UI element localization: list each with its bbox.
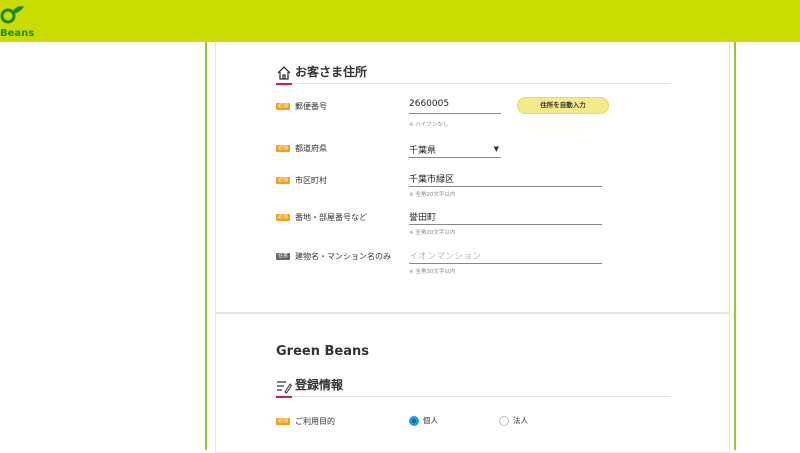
required-badge: 必須 bbox=[276, 145, 290, 152]
radio-unselected-icon bbox=[499, 416, 509, 426]
postal-code-label: 必須 郵便番号 bbox=[276, 101, 327, 112]
address-section-header: お客さま住所 bbox=[276, 62, 671, 85]
registration-section-header: 登録情報 bbox=[276, 375, 671, 398]
postal-code-note: ※ ハイフンなし bbox=[409, 122, 449, 128]
street-input[interactable]: 誉田町 bbox=[409, 208, 602, 225]
required-badge: 必須 bbox=[276, 177, 290, 184]
prefecture-label-text: 都道府県 bbox=[295, 144, 327, 153]
required-badge: 必須 bbox=[276, 103, 290, 110]
prefecture-select[interactable]: 千葉県 ▼ bbox=[409, 141, 501, 158]
street-label-text: 番地・部屋番号など bbox=[295, 213, 367, 222]
address-card: お客さま住所 必須 郵便番号 2660005 ※ ハイフンなし 住所を自動入力 必… bbox=[215, 42, 730, 313]
registration-section-title: 登録情報 bbox=[295, 378, 344, 392]
postal-code-input[interactable]: 2660005 bbox=[409, 97, 501, 114]
top-header-bar: Beans bbox=[0, 0, 800, 42]
bean-logo-icon bbox=[0, 6, 24, 24]
dropdown-arrow-icon: ▼ bbox=[493, 145, 499, 153]
registration-card: Green Beans 登録情報 必須 ご利用目的 個人 法人 bbox=[215, 313, 730, 453]
house-icon bbox=[277, 66, 291, 80]
main-panel: お客さま住所 必須 郵便番号 2660005 ※ ハイフンなし 住所を自動入力 必… bbox=[205, 42, 736, 453]
building-note: ※ 全角30文字以内 bbox=[409, 269, 456, 275]
required-badge: 必須 bbox=[276, 214, 290, 221]
purpose-label: 必須 ご利用目的 bbox=[276, 416, 335, 427]
radio-selected-icon bbox=[409, 416, 419, 426]
brand-title: Green Beans bbox=[276, 344, 369, 359]
city-input[interactable]: 千葉市緑区 bbox=[409, 170, 602, 187]
prefecture-label: 必須 都道府県 bbox=[276, 143, 327, 154]
building-label: 任意 建物名・マンション名のみ bbox=[276, 251, 391, 262]
logo-text: Beans bbox=[0, 28, 35, 39]
postal-code-label-text: 郵便番号 bbox=[295, 102, 327, 111]
purpose-radio-corporate[interactable]: 法人 bbox=[499, 415, 528, 426]
city-label: 必須 市区町村 bbox=[276, 175, 327, 186]
city-label-text: 市区町村 bbox=[295, 176, 327, 185]
purpose-option-individual: 個人 bbox=[423, 416, 438, 425]
edit-list-icon bbox=[277, 381, 292, 394]
city-note: ※ 全角20文字以内 bbox=[409, 192, 456, 198]
required-badge: 必須 bbox=[276, 418, 290, 425]
building-label-text: 建物名・マンション名のみ bbox=[295, 252, 391, 261]
optional-badge: 任意 bbox=[276, 253, 290, 260]
street-label: 必須 番地・部屋番号など bbox=[276, 212, 367, 223]
purpose-radio-individual[interactable]: 個人 bbox=[409, 415, 438, 426]
purpose-label-text: ご利用目的 bbox=[295, 417, 335, 426]
building-input[interactable]: イオンマンション bbox=[409, 247, 602, 264]
purpose-option-corporate: 法人 bbox=[513, 416, 528, 425]
address-section-title: お客さま住所 bbox=[295, 65, 368, 79]
street-note: ※ 全角20文字以内 bbox=[409, 230, 456, 236]
address-autofill-button[interactable]: 住所を自動入力 bbox=[517, 97, 609, 114]
green-beans-logo[interactable]: Beans bbox=[0, 4, 40, 40]
prefecture-value: 千葉県 bbox=[409, 146, 437, 156]
